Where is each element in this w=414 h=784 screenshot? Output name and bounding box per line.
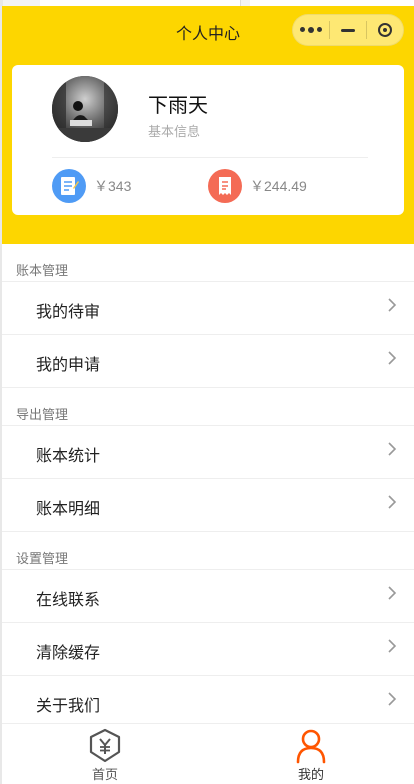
tab-mine[interactable]: 我的 (208, 724, 414, 784)
menu-item-my-applications[interactable]: 我的申请 (2, 334, 414, 387)
target-icon (378, 23, 392, 37)
menu-item-label: 账本统计 (36, 448, 101, 465)
more-button[interactable] (293, 15, 329, 45)
chevron-right-icon (388, 351, 397, 365)
tab-label: 首页 (91, 767, 118, 782)
menu-item-pending-review[interactable]: 我的待审 (2, 281, 414, 334)
app-screen: 个人中心 下雨天 基本信息 ￥343 ￥244.49 账本管理 我的待审 我的申… (2, 6, 414, 784)
menu-item-ledger-stats[interactable]: 账本统计 (2, 425, 414, 478)
chevron-right-icon (388, 442, 397, 456)
minimize-button[interactable] (330, 15, 366, 45)
section-title: 设置管理 (16, 551, 69, 566)
stat-applied-amount[interactable]: ￥244.49 (208, 168, 307, 204)
section-title: 导出管理 (16, 407, 69, 422)
divider (52, 157, 368, 158)
stat-pending-amount[interactable]: ￥343 (52, 168, 131, 204)
tab-bar: 首页 我的 (2, 723, 414, 784)
yen-shield-icon (89, 728, 121, 763)
minimize-icon (341, 28, 355, 32)
tab-label: 我的 (297, 767, 324, 782)
close-miniapp-button[interactable] (367, 15, 403, 45)
menu-item-label: 关于我们 (36, 698, 101, 715)
profile-card: 下雨天 基本信息 ￥343 ￥244.49 (12, 65, 404, 215)
stat-value: ￥244.49 (250, 178, 307, 194)
chevron-right-icon (388, 639, 397, 653)
chevron-right-icon (388, 692, 397, 706)
section-title: 账本管理 (16, 263, 69, 278)
menu-item-label: 我的待审 (36, 304, 101, 321)
menu-item-label: 清除缓存 (36, 645, 101, 662)
miniapp-capsule (292, 14, 404, 46)
profile-header: 个人中心 下雨天 基本信息 ￥343 ￥244.49 (2, 6, 414, 244)
chevron-right-icon (388, 298, 397, 312)
note-icon (52, 169, 86, 203)
menu-item-about-us[interactable]: 关于我们 (2, 675, 414, 728)
menu-item-contact-online[interactable]: 在线联系 (2, 569, 414, 622)
stat-value: ￥343 (94, 178, 132, 194)
menu-item-label: 在线联系 (36, 592, 101, 609)
avatar[interactable] (52, 76, 118, 142)
menu-item-label: 我的申请 (36, 357, 101, 374)
more-icon (300, 27, 322, 33)
receipt-icon (208, 169, 242, 203)
menu-item-ledger-details[interactable]: 账本明细 (2, 478, 414, 531)
profile-subtitle-link[interactable]: 基本信息 (148, 121, 200, 140)
chevron-right-icon (388, 586, 397, 600)
tab-home[interactable]: 首页 (2, 724, 208, 784)
user-name: 下雨天 (148, 95, 208, 117)
person-icon (296, 729, 326, 764)
chevron-right-icon (388, 495, 397, 509)
menu-item-clear-cache[interactable]: 清除缓存 (2, 622, 414, 675)
menu-item-label: 账本明细 (36, 501, 101, 518)
